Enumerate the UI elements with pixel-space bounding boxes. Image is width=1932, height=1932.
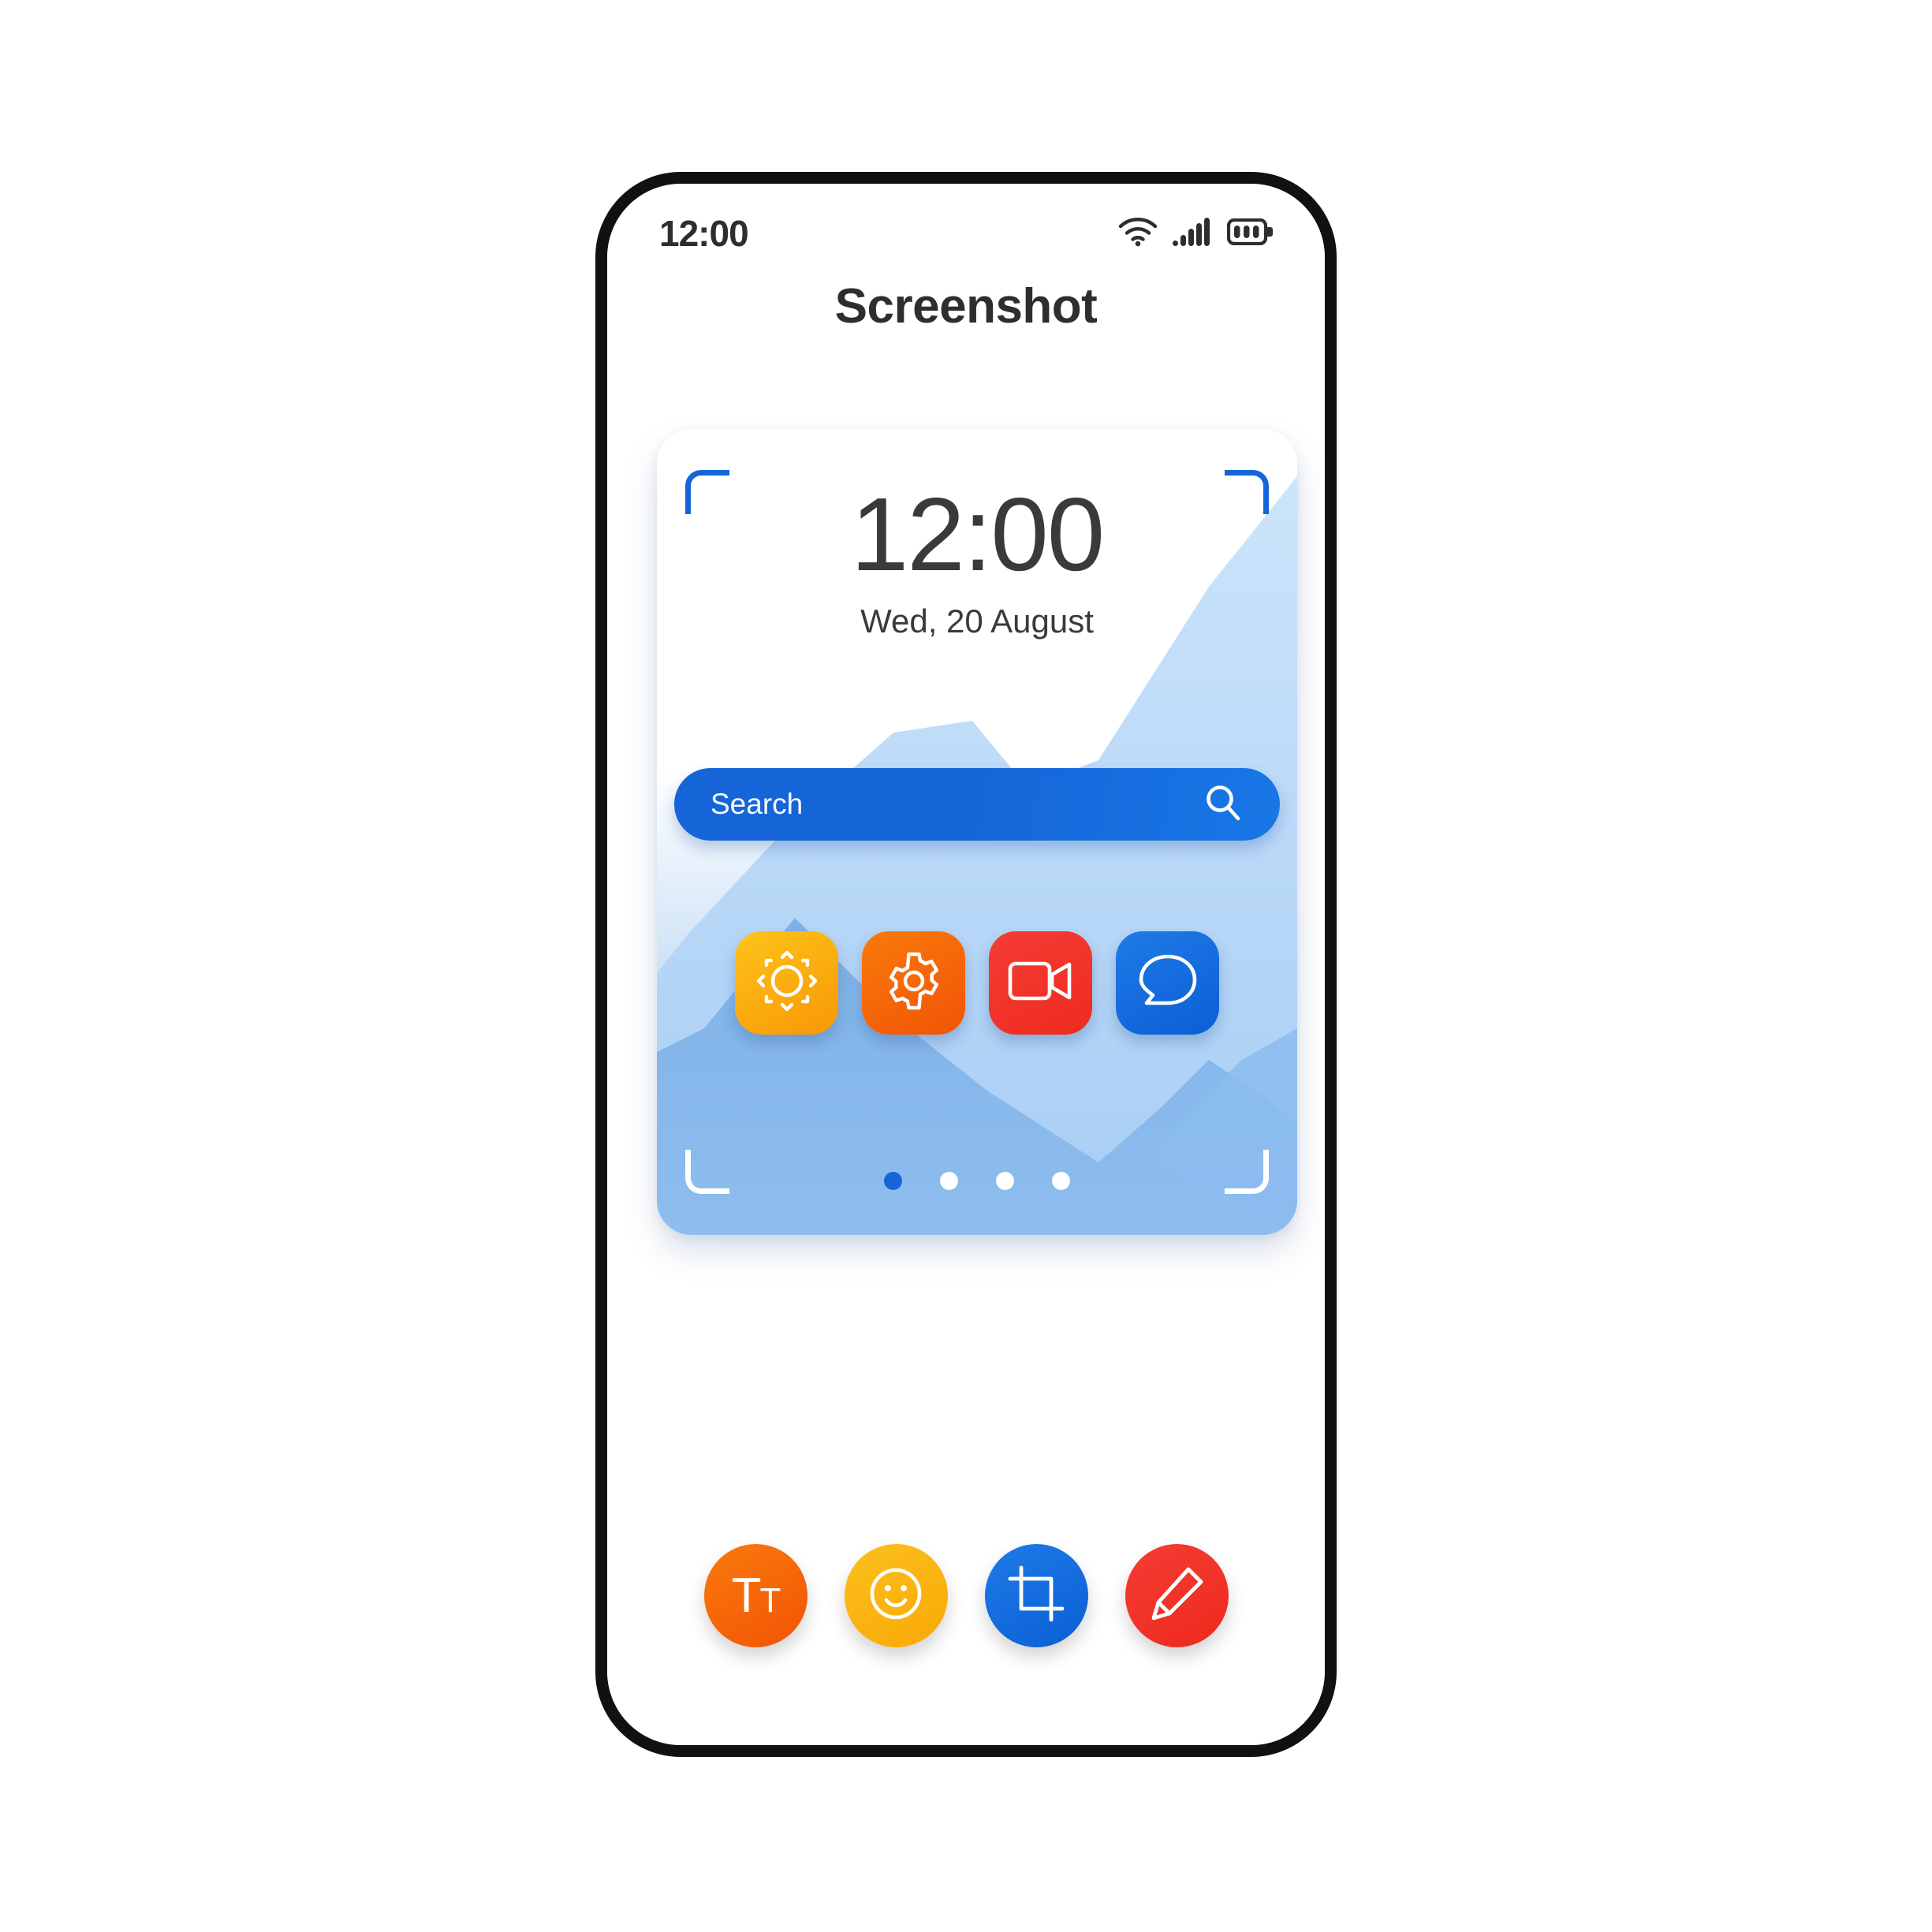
search-icon[interactable] [1203,782,1244,827]
lock-screen-clock: 12:00 [850,476,1105,592]
wifi-icon [1118,217,1158,251]
page-title: Screenshot [834,279,1098,334]
app-icon-settings[interactable] [862,931,965,1035]
tool-button-sticker[interactable] [844,1544,948,1647]
app-icon-messages[interactable] [1116,931,1219,1035]
tool-button-crop[interactable] [984,1544,1088,1647]
status-bar: 12:00 [607,206,1325,261]
screenshot-preview-card[interactable]: 12:00 Wed, 20 August Search [657,429,1297,1235]
page-indicator-dots [657,1172,1297,1190]
crop-bracket-top-left[interactable] [685,470,729,514]
phone-screen: 12:00 Screenshot 12:00 Wed, 20 August Se… [607,184,1325,1745]
video-camera-icon [1008,956,1074,1010]
wallpaper: 12:00 Wed, 20 August Search [657,429,1297,1235]
status-bar-time: 12:00 [659,213,749,254]
status-bar-icons [1118,217,1273,251]
smiley-face-icon [867,1565,925,1627]
phone-frame: 12:00 Screenshot 12:00 Wed, 20 August Se… [595,172,1337,1757]
battery-icon [1226,218,1273,249]
cellular-signal-icon [1172,217,1213,251]
pencil-icon [1147,1565,1206,1627]
lock-screen-date: Wed, 20 August [860,602,1094,640]
editing-toolbar: TT [607,1544,1325,1647]
page-dot-2[interactable] [940,1172,958,1190]
page-dot-1[interactable] [884,1172,902,1190]
app-icon-row [657,931,1297,1035]
page-dot-4[interactable] [1052,1172,1070,1190]
text-format-icon: TT [731,1568,781,1623]
chat-bubble-icon [1137,952,1199,1014]
gear-icon [882,949,945,1016]
tool-button-draw[interactable] [1125,1544,1229,1647]
sun-icon [755,949,819,1016]
app-icon-weather[interactable] [735,931,838,1035]
page-dot-3[interactable] [996,1172,1014,1190]
search-input-placeholder[interactable]: Search [711,788,803,821]
crop-icon [1007,1565,1065,1627]
app-icon-video[interactable] [989,931,1092,1035]
search-bar[interactable]: Search [674,768,1280,841]
crop-bracket-top-right[interactable] [1225,470,1269,514]
tool-button-text[interactable]: TT [703,1544,807,1647]
